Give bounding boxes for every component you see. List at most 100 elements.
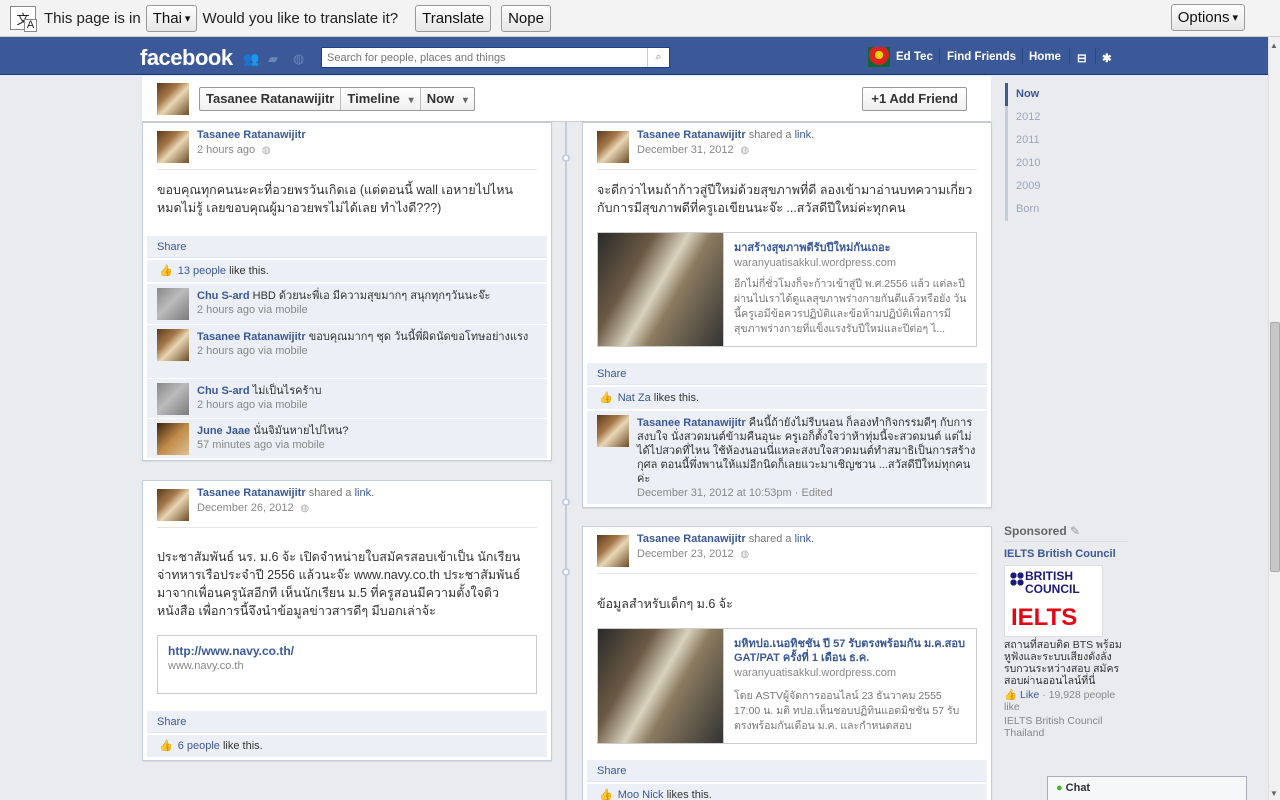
friends-icon[interactable]: 👥: [243, 51, 259, 67]
globe-icon[interactable]: ◍: [293, 51, 304, 67]
nope-button[interactable]: Nope: [501, 4, 551, 32]
facebook-logo[interactable]: facebook: [140, 45, 233, 71]
timeline-dot: [562, 498, 570, 506]
add-friend-button[interactable]: +1 Add Friend: [862, 87, 967, 111]
sponsored-heading: Sponsored: [1004, 524, 1128, 542]
scroll-down-icon[interactable]: ▼: [1270, 789, 1278, 798]
year-2012[interactable]: 2012: [1005, 106, 1125, 129]
year-2011[interactable]: 2011: [1005, 129, 1125, 152]
commenter-avatar[interactable]: [157, 288, 189, 320]
link-preview-title[interactable]: มาสร้างสุขภาพดีรับปีใหม่กันเถอะ: [734, 241, 968, 255]
user-avatar[interactable]: [868, 47, 890, 67]
gear-icon[interactable]: ✱: [1102, 51, 1112, 65]
language-select[interactable]: Thai: [145, 4, 198, 32]
ad-like-link[interactable]: Like: [1020, 689, 1039, 701]
link-preview[interactable]: มาสร้างสุขภาพดีรับปีใหม่กันเถอะ waranyua…: [597, 232, 977, 347]
likes-count-link[interactable]: 6 people: [178, 740, 220, 752]
commenter-avatar[interactable]: [597, 415, 629, 447]
translate-icon: 文A: [10, 6, 37, 32]
post-author-thumbnail[interactable]: [597, 535, 629, 567]
share-link[interactable]: Share: [587, 363, 987, 385]
commenter-name[interactable]: Chu S-ard: [197, 290, 250, 302]
find-friends-link[interactable]: Find Friends: [947, 51, 1016, 63]
timeline-spine: [565, 122, 567, 800]
ad-description: สถานที่สอบติด BTS พร้อมหูฟังและระบบเสียง…: [1004, 639, 1122, 687]
year-born[interactable]: Born: [1005, 198, 1125, 221]
scroll-thumb[interactable]: [1270, 322, 1280, 572]
commenter-name[interactable]: Tasanee Ratanawijitr: [637, 417, 746, 429]
timeline-breadcrumb: Tasanee Ratanawijitr Timeline Now: [199, 87, 475, 111]
nav-separator: [1095, 48, 1096, 64]
link-preview-title[interactable]: มหิทปอ.เนอทิชชัน ปี 57 รับตรงพร้อมกัน ม.…: [734, 637, 968, 665]
ad-image[interactable]: BRITISH COUNCIL IELTS: [1004, 565, 1103, 637]
share-link[interactable]: Share: [587, 760, 987, 782]
translate-prefix: This page is in: [44, 9, 141, 27]
year-2009[interactable]: 2009: [1005, 175, 1125, 198]
commenter-avatar[interactable]: [157, 329, 189, 361]
post-author[interactable]: Tasanee Ratanawijitr: [197, 129, 306, 141]
search-box: ⌕: [321, 47, 670, 68]
commenter-name[interactable]: June Jaae: [197, 425, 250, 437]
search-icon[interactable]: ⌕: [647, 48, 669, 67]
ad-title[interactable]: IELTS British Council: [1004, 548, 1128, 561]
commenter-avatar[interactable]: [157, 423, 189, 455]
messages-icon[interactable]: ▰: [268, 51, 278, 67]
translate-button[interactable]: Translate: [415, 4, 492, 32]
commenter-name[interactable]: Tasanee Ratanawijitr: [197, 331, 306, 343]
likes-count-link[interactable]: 13 people: [178, 265, 226, 277]
likes-suffix: likes this.: [666, 789, 712, 800]
liker-name[interactable]: Moo Nick: [618, 789, 664, 800]
link-preview[interactable]: http://www.navy.co.th/ www.navy.co.th: [157, 635, 537, 694]
post-author-thumbnail[interactable]: [157, 131, 189, 163]
chat-tab[interactable]: ● Chat: [1047, 776, 1247, 800]
post-time[interactable]: December 26, 2012: [197, 502, 309, 514]
year-now[interactable]: Now: [1005, 83, 1125, 106]
likes-row: 👍 13 people like this.: [147, 260, 547, 282]
add-friend-label: Add Friend: [889, 91, 958, 106]
commenter-avatar[interactable]: [157, 383, 189, 415]
timeline-dropdown[interactable]: Timeline: [341, 88, 421, 110]
post-author[interactable]: Tasanee Ratanawijitr: [637, 129, 746, 141]
profile-name-crumb[interactable]: Tasanee Ratanawijitr: [200, 88, 342, 110]
post-author-thumbnail[interactable]: [157, 489, 189, 521]
page-scrollbar[interactable]: ▲ ▼: [1268, 37, 1280, 800]
link-preview-title[interactable]: http://www.navy.co.th/: [168, 644, 526, 658]
profile-thumbnail[interactable]: [157, 83, 189, 115]
commenter-name[interactable]: Chu S-ard: [197, 385, 250, 397]
link-preview-image[interactable]: [598, 629, 724, 743]
shared-link-word[interactable]: link.: [355, 487, 375, 499]
post-author-thumbnail[interactable]: [597, 131, 629, 163]
post-time[interactable]: December 31, 2012: [637, 144, 749, 156]
home-link[interactable]: Home: [1029, 51, 1061, 63]
timeline-dot: [562, 154, 570, 162]
post-header: Tasanee Ratanawijitr shared a link.: [637, 129, 814, 141]
post-time[interactable]: 2 hours ago: [197, 144, 271, 156]
share-link[interactable]: Share: [147, 711, 547, 733]
scroll-up-icon[interactable]: ▲: [1270, 41, 1278, 50]
post-header: Tasanee Ratanawijitr: [197, 129, 306, 141]
post-time[interactable]: December 23, 2012: [637, 548, 749, 560]
post-text: ประชาสัมพันธ์ นร. ม.6 จ้ะ เปิดจำหน่ายใบส…: [157, 550, 521, 618]
shared-link-word[interactable]: link.: [795, 533, 815, 545]
liker-name[interactable]: Nat Za: [618, 392, 651, 404]
nav-separator: [939, 48, 940, 64]
options-button[interactable]: Options: [1170, 4, 1245, 31]
link-preview-url: waranyuatisakkul.wordpress.com: [734, 257, 897, 269]
comment-meta: 2 hours ago via mobile: [197, 345, 308, 357]
comment-meta: December 31, 2012 at 10:53pm · Edited: [637, 487, 833, 499]
now-dropdown[interactable]: Now: [421, 88, 474, 110]
search-input[interactable]: [322, 48, 647, 67]
shared-link-word[interactable]: link.: [795, 129, 815, 141]
post-divider: [597, 169, 977, 170]
lock-icon[interactable]: ⊟: [1077, 51, 1087, 65]
thumbs-up-icon: 👍: [159, 265, 173, 277]
share-link[interactable]: Share: [147, 236, 547, 258]
link-preview[interactable]: มหิทปอ.เนอทิชชัน ปี 57 รับตรงพร้อมกัน ม.…: [597, 628, 977, 744]
user-name-link[interactable]: Ed Tec: [896, 51, 933, 63]
link-preview-description: อีกไม่กี่ชั่วโมงก็จะก้าวเข้าสู่ปี พ.ศ.25…: [734, 278, 967, 335]
link-preview-image[interactable]: [598, 233, 724, 346]
year-2010[interactable]: 2010: [1005, 152, 1125, 175]
likes-suffix: like this.: [222, 740, 263, 752]
post-author[interactable]: Tasanee Ratanawijitr: [197, 487, 306, 499]
post-author[interactable]: Tasanee Ratanawijitr: [637, 533, 746, 545]
